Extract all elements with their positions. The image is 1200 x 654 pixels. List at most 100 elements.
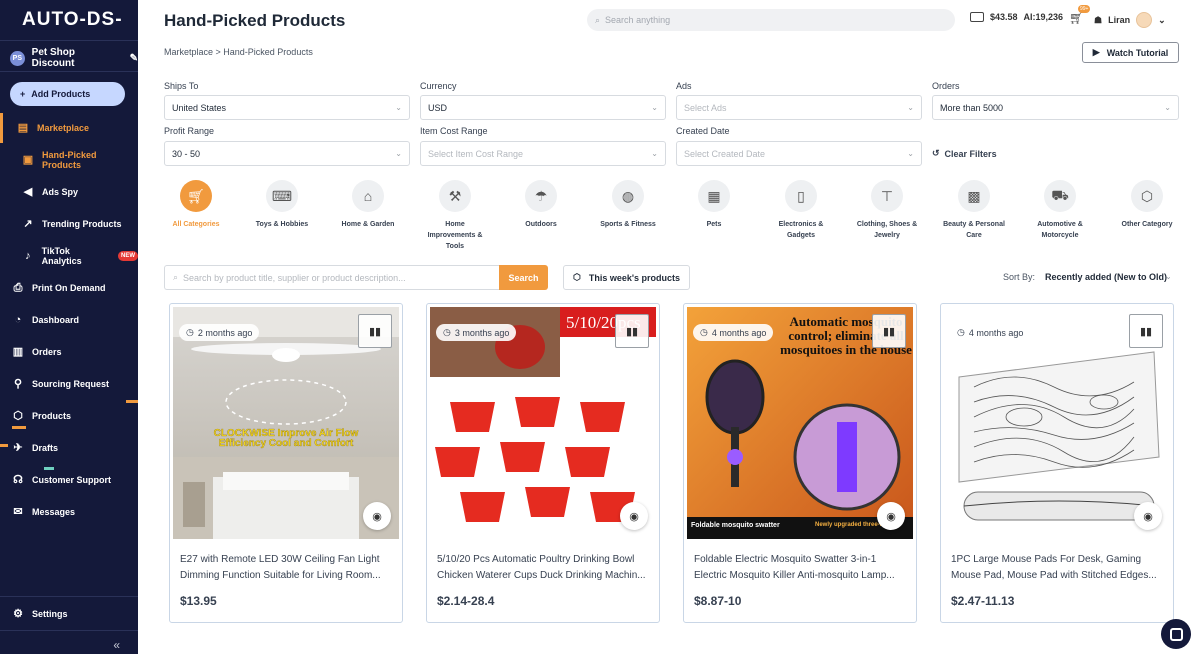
category-clothing-shoes-jewelry[interactable]: ⊤ Clothing, Shoes & Jewelry: [844, 180, 930, 241]
profit-range-select[interactable]: 30 - 50 ⌄: [164, 141, 410, 166]
category-toys-hobbies[interactable]: ⌨ Toys & Hobbies: [239, 180, 325, 230]
product-card[interactable]: CLOCKWISE Improve Air Flow Efficiency Co…: [169, 303, 403, 623]
preview-button[interactable]: ◉: [1134, 502, 1162, 530]
category-outdoors[interactable]: ☂ Outdoors: [498, 180, 584, 230]
highlight-bar: [44, 467, 54, 470]
user-menu[interactable]: ☗ Liran ⌄: [1094, 12, 1166, 28]
search-button[interactable]: Search: [499, 265, 548, 290]
sidebar-item-label: Drafts: [32, 443, 59, 453]
trend-icon: ↗: [23, 218, 33, 230]
sidebar-item-tiktok-analytics[interactable]: ♪ TikTok Analytics NEW: [0, 241, 138, 271]
this-week-products-button[interactable]: ⬡ This week's products: [563, 265, 690, 290]
ads-select[interactable]: Select Ads ⌄: [676, 95, 922, 120]
analytics-button[interactable]: ▮▮: [358, 314, 392, 348]
sidebar-item-trending-products[interactable]: ↗ Trending Products: [0, 209, 138, 239]
analytics-button[interactable]: ▮▮: [872, 314, 906, 348]
orders-select[interactable]: More than 5000 ⌄: [932, 95, 1179, 120]
item-cost-range-label: Item Cost Range: [420, 126, 488, 136]
sidebar-item-print-on-demand[interactable]: ⎙ Print On Demand: [0, 273, 138, 303]
chat-launcher-button[interactable]: [1161, 619, 1191, 649]
collapse-sidebar-icon[interactable]: «: [113, 638, 120, 652]
product-price: $2.47-11.13: [951, 594, 1015, 608]
product-title[interactable]: 5/10/20 Pcs Automatic Poultry Drinking B…: [437, 552, 651, 584]
watch-tutorial-button[interactable]: ▶ Watch Tutorial: [1082, 42, 1179, 63]
chevron-down-icon[interactable]: ⌄: [1165, 272, 1172, 281]
created-date-select[interactable]: Select Created Date ⌄: [676, 141, 922, 166]
sidebar-item-marketplace[interactable]: ▤ Marketplace: [0, 113, 138, 143]
sidebar-item-label: TikTok Analytics: [41, 246, 82, 266]
clock-icon: ◷: [957, 327, 965, 337]
sidebar-item-settings[interactable]: ⚙ Settings: [0, 599, 138, 629]
profit-range-label: Profit Range: [164, 126, 215, 136]
sidebar-item-label: Customer Support: [32, 475, 112, 485]
product-search-placeholder: Search by product title, supplier or pro…: [183, 272, 406, 283]
category-home-garden[interactable]: ⌂ Home & Garden: [325, 180, 411, 230]
currency-select[interactable]: USD ⌄: [420, 95, 666, 120]
divider: [0, 40, 138, 41]
item-cost-range-select[interactable]: Select Item Cost Range ⌄: [420, 141, 666, 166]
products-icon: ⬡: [13, 410, 23, 422]
watch-tutorial-label: Watch Tutorial: [1106, 47, 1169, 58]
sidebar-item-sourcing-request[interactable]: ⚲ Sourcing Request: [0, 369, 138, 399]
clock-icon: ◷: [443, 327, 451, 337]
clear-filters-label: Clear Filters: [944, 148, 997, 159]
preview-button[interactable]: ◉: [363, 502, 391, 530]
category-other[interactable]: ⬡ Other Category: [1104, 180, 1190, 230]
product-card[interactable]: 5/10/20pcs ◷ 3 months ago ▮▮ ◉ 5/10/20 Pc…: [426, 303, 660, 623]
product-title[interactable]: 1PC Large Mouse Pads For Desk, Gaming Mo…: [951, 552, 1165, 584]
sidebar-item-ads-spy[interactable]: ◀ Ads Spy: [0, 177, 138, 207]
clear-filters-button[interactable]: ↺ Clear Filters: [932, 148, 997, 159]
product-title[interactable]: E27 with Remote LED 30W Ceiling Fan Ligh…: [180, 552, 394, 584]
sidebar-item-customer-support[interactable]: ☊ Customer Support: [0, 465, 138, 495]
product-search-input[interactable]: ⌕ Search by product title, supplier or p…: [164, 265, 500, 290]
category-electronics-gadgets[interactable]: ▯ Electronics & Gadgets: [758, 180, 844, 241]
sidebar-item-messages[interactable]: ✉ Messages: [0, 497, 138, 527]
breadcrumb[interactable]: Marketplace > Hand-Picked Products: [164, 47, 313, 57]
category-label: Other Category: [1121, 221, 1173, 228]
sidebar-item-orders[interactable]: ▥ Orders: [0, 337, 138, 367]
printer-icon: ⎙: [13, 282, 23, 294]
edit-icon[interactable]: ✎: [130, 53, 138, 64]
category-label: Toys & Hobbies: [255, 221, 309, 228]
umbrella-icon: ☂: [525, 180, 557, 212]
category-pets[interactable]: ▦ Pets: [671, 180, 757, 230]
category-label: Beauty & Personal Care: [943, 221, 1005, 239]
global-search-input[interactable]: ⌕ Search anything: [587, 9, 955, 31]
analytics-button[interactable]: ▮▮: [1129, 314, 1163, 348]
wallet-icon: [970, 12, 984, 22]
sidebar-item-label: Sourcing Request: [32, 379, 110, 389]
autods-logo[interactable]: AUTO-DS-: [22, 9, 123, 31]
add-products-button[interactable]: + Add Products: [10, 82, 125, 106]
product-title[interactable]: Foldable Electric Mosquito Swatter 3-in-…: [694, 552, 908, 584]
category-sports-fitness[interactable]: ◍ Sports & Fitness: [585, 180, 671, 230]
analytics-button[interactable]: ▮▮: [615, 314, 649, 348]
ships-to-select[interactable]: United States ⌄: [164, 95, 410, 120]
sidebar-item-dashboard[interactable]: ◔ Dashboard: [0, 305, 138, 335]
sidebar-item-label: Marketplace: [37, 123, 90, 133]
category-automotive-motorcycle[interactable]: ⛟ Automotive & Motorcycle: [1017, 180, 1103, 241]
ai-credits: AI:19,236: [1023, 12, 1064, 22]
currency-value: USD: [428, 102, 448, 113]
product-card[interactable]: ◷ 4 months ago ▮▮ ◉ 1PC Large Mouse Pads …: [940, 303, 1174, 623]
sidebar: AUTO-DS- PS Pet Shop Discount ✎ + Add Pr…: [0, 0, 138, 654]
divider: [0, 630, 138, 631]
user-name: Liran: [1108, 15, 1131, 25]
category-beauty-personal-care[interactable]: ▩ Beauty & Personal Care: [931, 180, 1017, 241]
megaphone-icon: ◀: [23, 186, 33, 198]
sidebar-item-hand-picked-products[interactable]: ▣ Hand-Picked Products: [0, 145, 138, 175]
sidebar-item-label: Settings: [32, 609, 68, 619]
sidebar-item-drafts[interactable]: ✈ Drafts: [0, 433, 138, 463]
sort-select[interactable]: Recently added (New to Old): [1045, 272, 1167, 282]
category-home-improvements-tools[interactable]: ⚒ Home Improvements & Tools: [412, 180, 498, 252]
store-selector[interactable]: PS Pet Shop Discount ✎: [10, 47, 138, 69]
chevron-down-icon: ⌄: [651, 103, 658, 112]
preview-button[interactable]: ◉: [620, 502, 648, 530]
category-all-categories[interactable]: 🛒︎ All Categories: [153, 180, 239, 230]
preview-button[interactable]: ◉: [877, 502, 905, 530]
product-card[interactable]: Automatic mosquito control; eliminate al…: [683, 303, 917, 623]
highlight-bar: [12, 426, 26, 429]
wallet-balance[interactable]: $43.58 AI:19,236: [970, 12, 1063, 22]
cart-button[interactable]: 🛒︎ 99+: [1069, 5, 1091, 25]
orders-icon: ▥: [12, 346, 24, 358]
add-products-label: Add Products: [31, 89, 91, 99]
